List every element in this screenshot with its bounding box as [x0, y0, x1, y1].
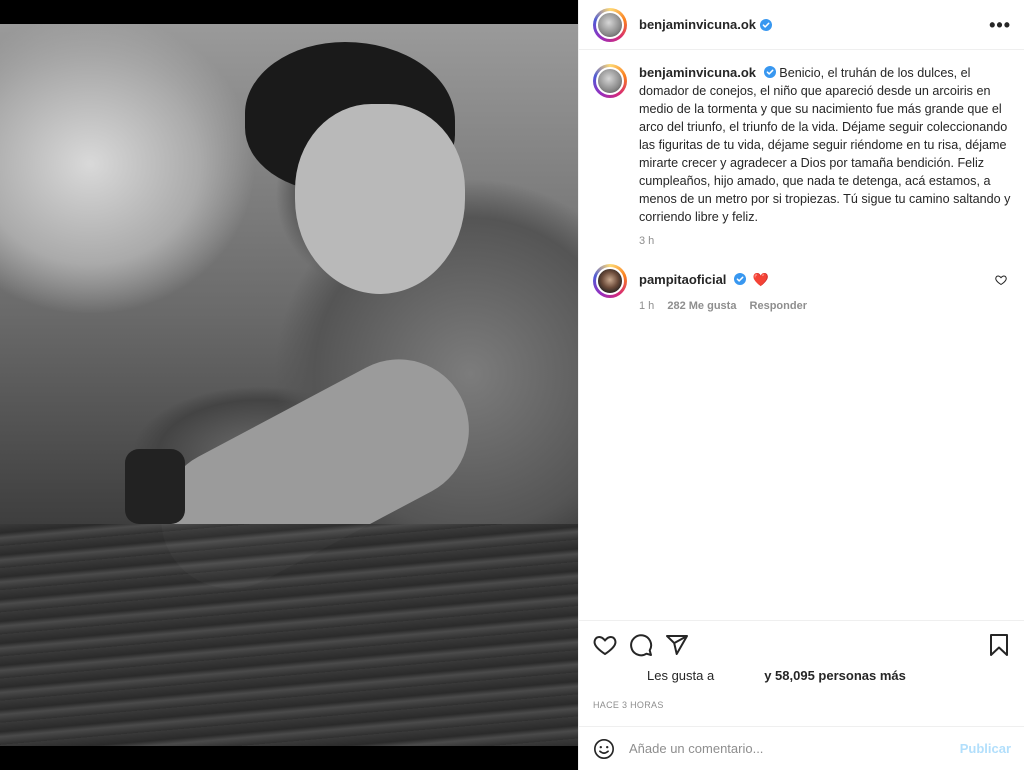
verified-icon: [760, 18, 773, 31]
post-photo[interactable]: [0, 24, 578, 746]
more-options-icon[interactable]: •••: [989, 16, 1011, 34]
photo-detail: [125, 449, 185, 524]
caption-text: Benicio, el truhán de los dulces, el dom…: [639, 66, 1011, 224]
bookmark-icon[interactable]: [987, 633, 1011, 657]
comment-item: pampitaoficial ❤️ 1 h 282 Me gusta Respo…: [593, 264, 1011, 315]
publish-button[interactable]: Publicar: [960, 741, 1011, 756]
post-timestamp[interactable]: HACE 3 HORAS: [593, 700, 664, 710]
post-actions-bar: [579, 620, 1024, 668]
likes-prefix: Les gusta a: [647, 668, 715, 683]
likes-summary: Les gusta a y 58,095 personas más: [579, 668, 1024, 683]
photo-detail: [0, 524, 578, 746]
share-icon[interactable]: [665, 633, 689, 657]
caption-author-username[interactable]: benjaminvicuna.ok: [639, 65, 756, 80]
comment-likes[interactable]: 282 Me gusta: [667, 300, 736, 312]
verified-icon: [734, 273, 747, 285]
commenter-avatar[interactable]: [593, 264, 627, 298]
add-comment-bar: Publicar: [579, 726, 1024, 770]
comment-icon[interactable]: [629, 633, 653, 657]
like-heart-icon[interactable]: [593, 633, 617, 657]
comment-text: ❤️: [752, 272, 769, 287]
likes-count-link[interactable]: y 58,095 personas más: [764, 668, 906, 683]
photo-detail: [295, 104, 465, 294]
post-header: benjaminvicuna.ok •••: [579, 0, 1024, 50]
caption-time[interactable]: 3 h: [639, 235, 654, 247]
verified-icon: [763, 66, 776, 78]
caption-author-avatar[interactable]: [593, 64, 627, 98]
author-username[interactable]: benjaminvicuna.ok: [639, 17, 756, 32]
comments-section: benjaminvicuna.ok Benicio, el truhán de …: [579, 50, 1024, 620]
comment-input[interactable]: [629, 741, 960, 756]
author-avatar[interactable]: [593, 7, 627, 42]
emoji-icon[interactable]: [593, 738, 615, 760]
caption: benjaminvicuna.ok Benicio, el truhán de …: [593, 64, 1011, 250]
reply-button[interactable]: Responder: [750, 300, 807, 312]
post-sidebar: benjaminvicuna.ok ••• benjaminvicuna.ok …: [578, 0, 1024, 770]
comment-time[interactable]: 1 h: [639, 300, 654, 312]
comment-meta: 1 h 282 Me gusta Responder: [639, 297, 1011, 315]
likes-suffix: y 58,095 personas más: [764, 668, 906, 683]
caption-meta: 3 h: [639, 232, 1011, 250]
post-media-panel: [0, 0, 578, 770]
comment-like-heart-icon[interactable]: [995, 274, 1007, 286]
commenter-username[interactable]: pampitaoficial: [639, 272, 726, 287]
